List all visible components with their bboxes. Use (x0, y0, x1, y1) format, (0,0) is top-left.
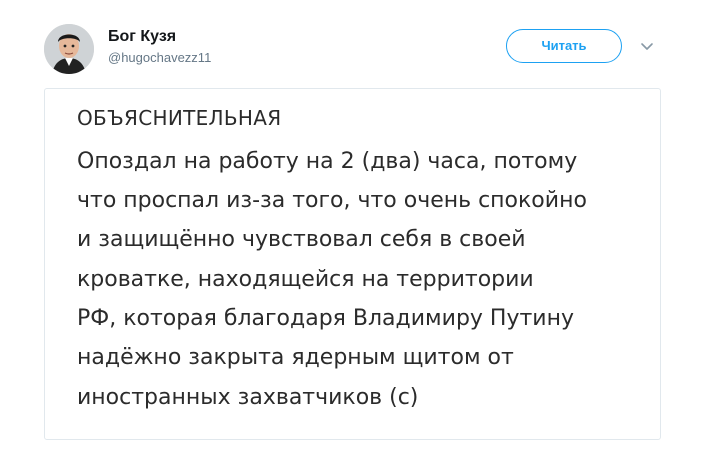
media-heading: ОБЪЯСНИТЕЛЬНАЯ (77, 106, 282, 130)
more-menu-button[interactable] (639, 38, 655, 54)
media-text-line: Опоздал на работу на 2 (два) часа, потом… (77, 149, 578, 174)
avatar[interactable] (44, 24, 94, 74)
media-text-line: надёжно закрыта ядерным щитом от (77, 345, 514, 370)
tweet: Бог Кузя @hugochavezz11 Читать ОБЪЯСНИТЕ… (0, 0, 702, 456)
media-text-line: и защищённо чувствовал себя в своей (77, 227, 526, 252)
media-text-line: иностранных захватчиков (с) (77, 385, 419, 410)
follow-button[interactable]: Читать (506, 29, 622, 63)
user-handle[interactable]: @hugochavezz11 (108, 50, 211, 66)
user-avatar-icon (44, 24, 94, 74)
chevron-down-icon (641, 43, 653, 50)
media-text-line: что проспал из-за того, что очень спокой… (77, 188, 587, 213)
media-text-line: РФ, которая благодаря Владимиру Путину (77, 306, 574, 331)
tweet-media-image[interactable]: ОБЪЯСНИТЕЛЬНАЯ Опоздал на работу на 2 (д… (44, 88, 661, 440)
media-text-line: кроватке, находящейся на территории (77, 267, 534, 292)
display-name[interactable]: Бог Кузя (108, 27, 176, 47)
